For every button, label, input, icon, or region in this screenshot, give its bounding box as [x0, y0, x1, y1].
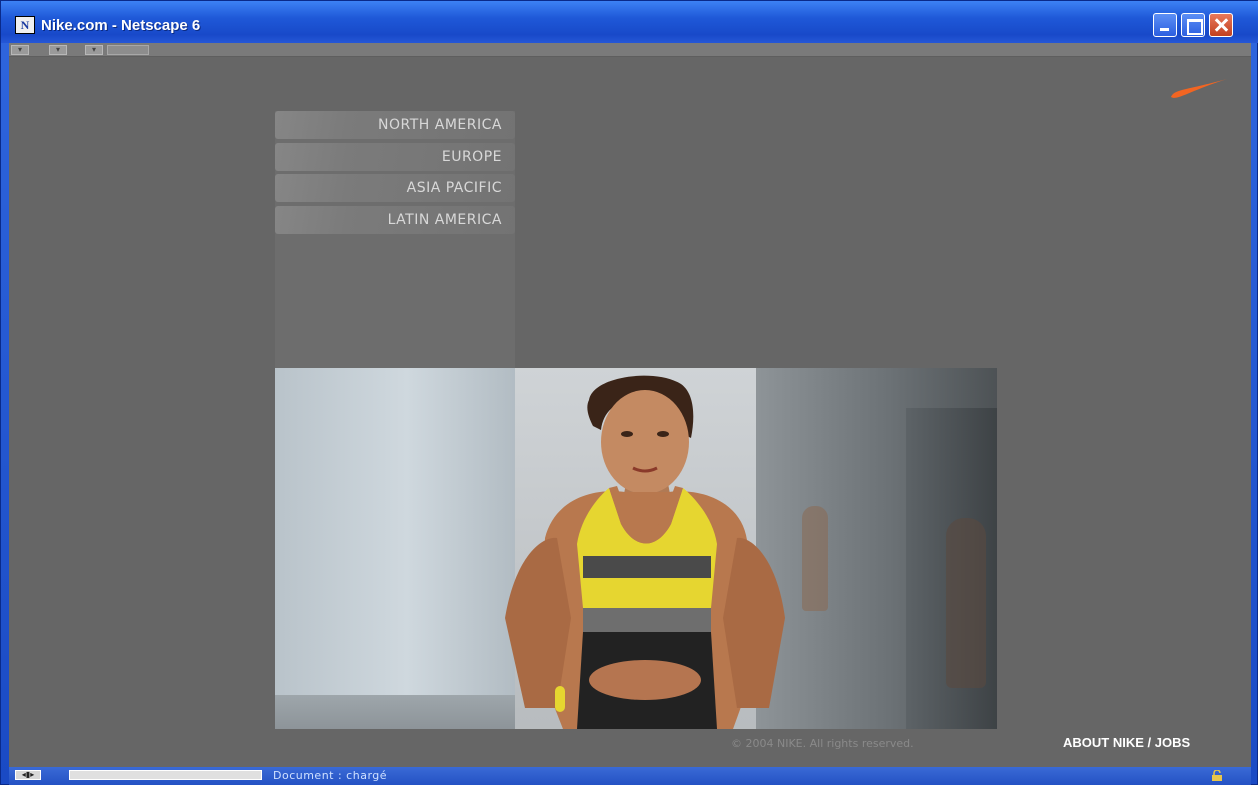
close-button[interactable] [1209, 13, 1233, 37]
toolbar-grip-expand-icon[interactable]: ▾ [49, 45, 67, 55]
title-bar[interactable]: N Nike.com - Netscape 6 [1, 1, 1258, 43]
about-nike-jobs-link[interactable]: ABOUT NIKE / JOBS [1063, 735, 1190, 750]
region-europe-link[interactable]: EUROPE [275, 143, 515, 171]
nike-swoosh-icon[interactable] [1169, 75, 1229, 101]
collapsed-toolbars: ▾ ▾ ▾ [9, 43, 1251, 57]
maximize-button[interactable] [1181, 13, 1205, 37]
toolbar-grip-expand-icon[interactable]: ▾ [11, 45, 29, 55]
hero-background-figure [802, 506, 828, 611]
component-bar-icon[interactable]: ◂▮▸ [15, 770, 41, 780]
lock-icon[interactable] [1211, 770, 1223, 781]
hero-panel-left [275, 368, 515, 729]
browser-window: N Nike.com - Netscape 6 ▾ ▾ ▾ NORTH AMER… [0, 0, 1258, 785]
page-content: NORTH AMERICA EUROPE ASIA PACIFIC LATIN … [9, 57, 1251, 767]
hero-image [275, 368, 997, 729]
status-text: Document : chargé [273, 769, 388, 782]
status-bar: ◂▮▸ Document : chargé [9, 767, 1251, 785]
copyright-text: © 2004 NIKE. All rights reserved. [731, 737, 914, 750]
progress-bar [69, 770, 262, 780]
region-nav: NORTH AMERICA EUROPE ASIA PACIFIC LATIN … [275, 111, 515, 369]
region-latin-america-link[interactable]: LATIN AMERICA [275, 206, 515, 234]
toolbar-grip-expand-icon[interactable]: ▾ [85, 45, 103, 55]
window-title: Nike.com - Netscape 6 [41, 17, 201, 34]
region-asia-pacific-link[interactable]: ASIA PACIFIC [275, 174, 515, 202]
region-north-america-link[interactable]: NORTH AMERICA [275, 111, 515, 139]
netscape-app-icon: N [15, 16, 35, 34]
athlete-photo [505, 375, 785, 729]
toolbar-grip-bar[interactable] [107, 45, 149, 55]
hero-background-figure [946, 518, 986, 688]
minimize-button[interactable] [1153, 13, 1177, 37]
